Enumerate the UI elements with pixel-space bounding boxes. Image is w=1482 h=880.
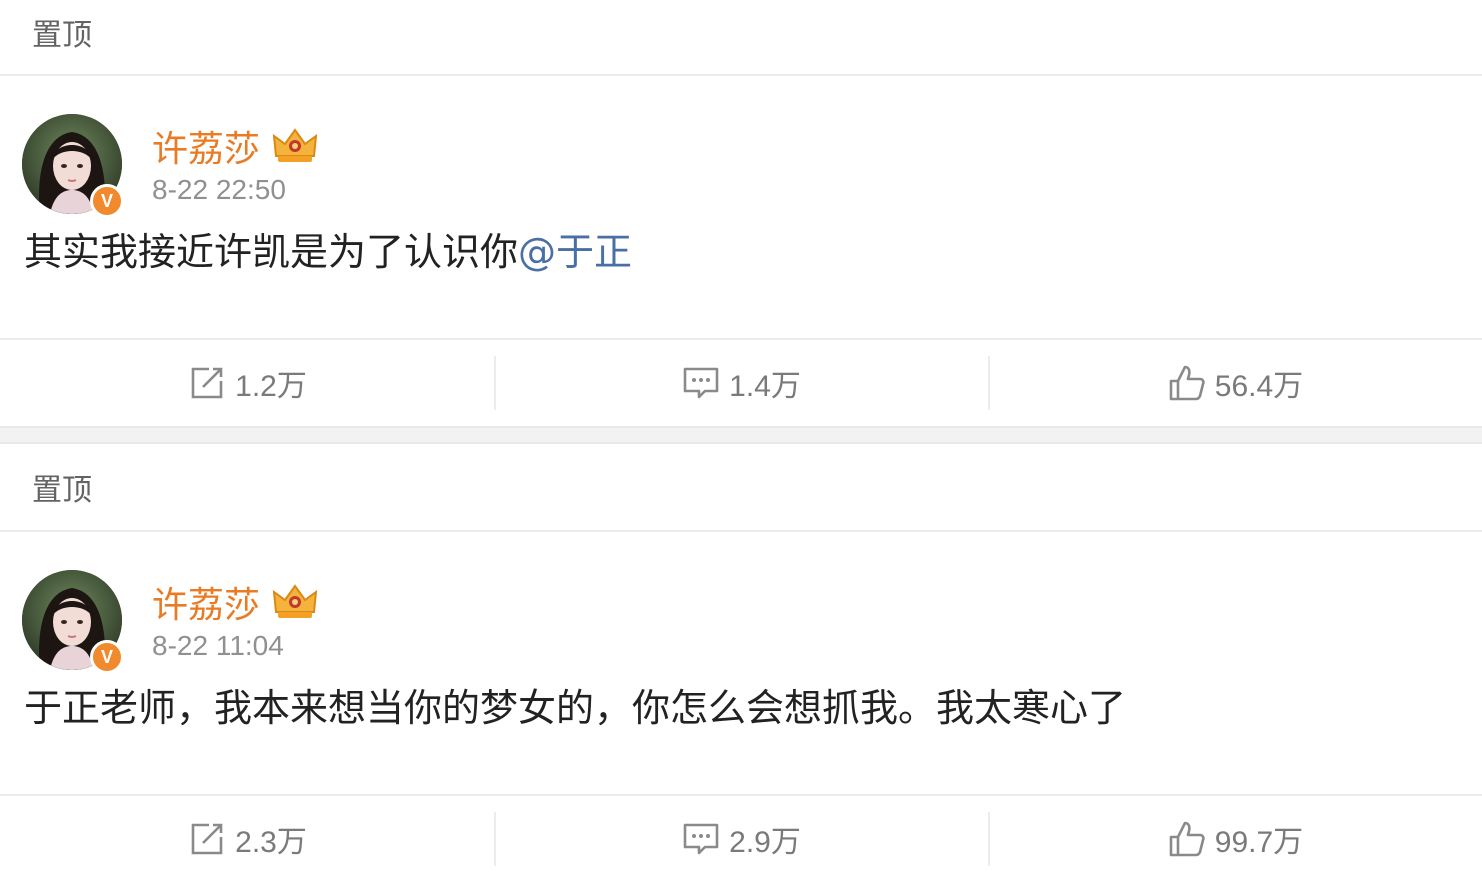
author-name[interactable]: 许荔莎 <box>152 576 260 628</box>
mention-link[interactable]: @于正 <box>518 230 632 274</box>
post-text: 于正老师，我本来想当你的梦女的，你怎么会想抓我。我太寒心了 <box>24 678 1126 738</box>
verified-badge-icon: V <box>90 184 124 218</box>
post-header: V 许荔莎 8-22 22:50 <box>0 76 1482 222</box>
repost-count: 1.2万 <box>235 370 307 403</box>
comment-icon <box>683 823 719 855</box>
action-bar: 1.2万 1.4万 56.4万 <box>0 338 1482 426</box>
pinned-bar: 置顶 <box>0 0 1482 76</box>
repost-count: 2.3万 <box>235 826 307 859</box>
like-button[interactable]: 56.4万 <box>988 340 1482 426</box>
pinned-label: 置顶 <box>32 473 92 508</box>
post-header: V 许荔莎 8-22 11:04 <box>0 532 1482 678</box>
post-timestamp: 8-22 22:50 <box>152 174 286 205</box>
thumbs-up-icon <box>1169 365 1205 401</box>
thumbs-up-icon <box>1169 821 1205 857</box>
comment-button[interactable]: 1.4万 <box>494 340 988 426</box>
comment-count: 1.4万 <box>729 370 801 403</box>
pinned-label: 置顶 <box>32 18 92 53</box>
comment-icon <box>683 367 719 399</box>
like-count: 56.4万 <box>1214 370 1304 403</box>
repost-icon <box>191 823 223 855</box>
post-separator <box>0 426 1482 444</box>
comment-button[interactable]: 2.9万 <box>494 796 988 880</box>
like-button[interactable]: 99.7万 <box>988 796 1482 880</box>
pinned-bar: 置顶 <box>0 444 1482 532</box>
comment-count: 2.9万 <box>729 826 801 859</box>
author-row: 许荔莎 <box>152 576 320 628</box>
post-timestamp: 8-22 11:04 <box>152 630 284 661</box>
post-text: 其实我接近许凯是为了认识你@于正 <box>24 222 632 282</box>
repost-icon <box>191 367 223 399</box>
repost-button[interactable]: 1.2万 <box>0 340 494 426</box>
crown-badge-icon[interactable] <box>270 582 320 622</box>
author-name[interactable]: 许荔莎 <box>152 120 260 172</box>
repost-button[interactable]: 2.3万 <box>0 796 494 880</box>
action-bar: 2.3万 2.9万 99.7万 <box>0 794 1482 880</box>
post-card: 置顶 V 许荔莎 <box>0 444 1482 880</box>
post-card: 置顶 V 许荔莎 <box>0 0 1482 426</box>
verified-badge-icon: V <box>90 640 124 674</box>
post-content: 于正老师，我本来想当你的梦女的，你怎么会想抓我。我太寒心了 <box>0 678 1482 794</box>
post-body: 其实我接近许凯是为了认识你 <box>24 230 519 274</box>
crown-badge-icon[interactable] <box>270 126 320 166</box>
post-body: 于正老师，我本来想当你的梦女的，你怎么会想抓我。我太寒心了 <box>24 686 1127 730</box>
like-count: 99.7万 <box>1214 826 1304 859</box>
author-row: 许荔莎 <box>152 120 320 172</box>
post-content: 其实我接近许凯是为了认识你@于正 <box>0 222 1482 338</box>
